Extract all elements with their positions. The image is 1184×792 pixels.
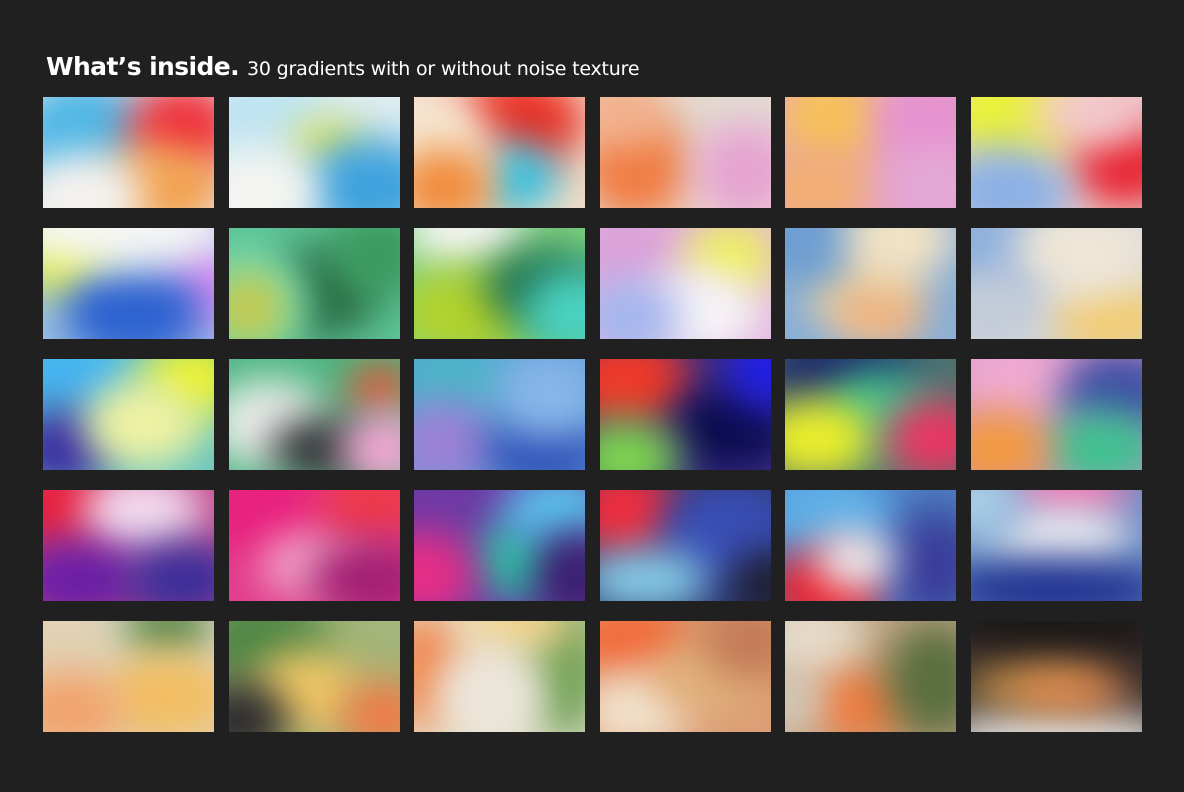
gradient-26-thumbnail <box>228 621 400 732</box>
gradient-24-thumbnail <box>970 490 1142 601</box>
gradient-15-thumbnail <box>414 359 586 470</box>
gradient-02-thumbnail <box>228 97 400 208</box>
gradient-12-thumbnail <box>970 228 1142 339</box>
page-title: What’s inside. <box>46 52 240 81</box>
gradient-07-thumbnail <box>43 228 214 339</box>
gradient-color-blob <box>970 621 1142 661</box>
gradient-19-thumbnail <box>43 490 214 601</box>
gradient-22-thumbnail <box>599 490 771 601</box>
gradient-01-thumbnail <box>43 97 214 208</box>
gradient-16-thumbnail <box>599 359 771 470</box>
gradient-18-thumbnail <box>970 359 1142 470</box>
gradient-25-thumbnail <box>43 621 214 732</box>
gradient-05-thumbnail <box>785 97 957 208</box>
page-heading: What’s inside. 30 gradients with or witho… <box>46 52 640 81</box>
gradient-20-thumbnail <box>228 490 400 601</box>
page-subtitle: 30 gradients with or without noise textu… <box>247 58 640 80</box>
gradient-14-thumbnail <box>228 359 400 470</box>
gradient-13-thumbnail <box>43 359 214 470</box>
gradient-08-thumbnail <box>228 228 400 339</box>
gradient-color-blob <box>338 409 400 470</box>
gradient-06-thumbnail <box>970 97 1142 208</box>
gradient-28-thumbnail <box>599 621 771 732</box>
gradient-17-thumbnail <box>785 359 957 470</box>
gradient-30-thumbnail <box>970 621 1142 732</box>
gradient-27-thumbnail <box>414 621 586 732</box>
gradient-color-blob <box>83 379 203 469</box>
gradient-color-blob <box>599 419 680 470</box>
gradient-29-thumbnail <box>785 621 957 732</box>
gradient-03-thumbnail <box>414 97 586 208</box>
gradient-23-thumbnail <box>785 490 957 601</box>
gradient-10-thumbnail <box>599 228 771 339</box>
gradient-color-blob <box>885 510 957 601</box>
gradient-color-blob <box>970 711 1142 732</box>
gradient-color-blob <box>885 621 957 732</box>
gradient-color-blob <box>434 651 545 732</box>
gradient-color-blob <box>414 530 475 601</box>
gradient-21-thumbnail <box>414 490 586 601</box>
gradient-color-blob <box>815 530 896 590</box>
gradient-11-thumbnail <box>785 228 957 339</box>
gradient-color-blob <box>970 560 1142 601</box>
gradient-04-thumbnail <box>599 97 771 208</box>
gradient-09-thumbnail <box>414 228 586 339</box>
gradient-color-blob <box>348 364 400 414</box>
gradient-color-blob <box>1010 676 1131 706</box>
gradient-grid <box>43 97 1142 732</box>
